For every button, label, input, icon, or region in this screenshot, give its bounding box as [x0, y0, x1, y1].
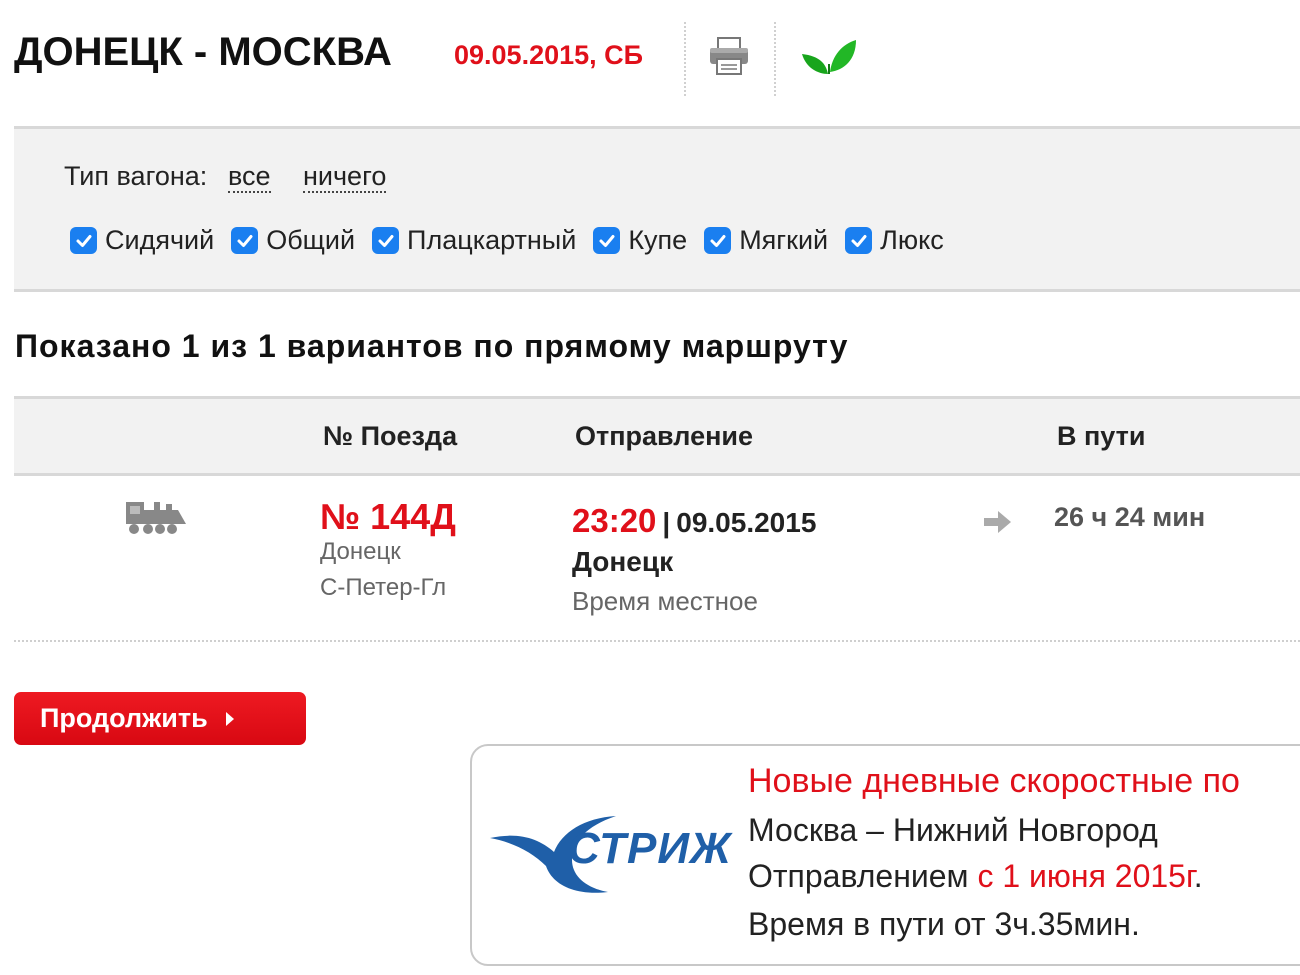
header-divider — [774, 22, 776, 96]
continue-label: Продолжить — [40, 703, 208, 733]
ad-start-suffix: . — [1193, 858, 1203, 894]
train-number[interactable]: № 144Д — [320, 496, 456, 538]
checkbox-label: Общий — [266, 225, 356, 255]
train-destination: С-Петер-Гл — [320, 574, 447, 601]
ad-route: Москва – Нижний Новгород — [748, 812, 1158, 848]
checkbox-checked-icon[interactable] — [845, 227, 873, 254]
results-table-header: № Поезда Отправление В пути — [14, 396, 1300, 476]
checkbox-checked-icon[interactable] — [70, 227, 97, 254]
arrow-right-icon — [982, 508, 1014, 536]
locomotive-icon — [124, 498, 188, 538]
ad-start-date-highlight: с 1 июня 2015г — [977, 858, 1194, 894]
checkbox-label: Плацкартный — [407, 225, 577, 255]
checkbox-common[interactable]: Общий — [231, 225, 355, 256]
leaf-icon[interactable] — [798, 34, 860, 78]
checkbox-soft[interactable]: Мягкий — [704, 225, 828, 256]
ad-travel-time: Время в пути от 3ч.35мин. — [748, 906, 1140, 942]
print-icon[interactable] — [706, 36, 752, 76]
train-origin: Донецк — [320, 538, 401, 565]
wagon-type-label: Тип вагона: — [64, 161, 208, 191]
checkbox-platzkart[interactable]: Плацкартный — [372, 225, 576, 256]
wagon-filter-panel: Тип вагона: все ничего Сидячий Общий Пла… — [14, 126, 1300, 292]
departure-date: 09.05.2015 — [676, 507, 817, 538]
checkbox-label: Сидячий — [105, 225, 215, 255]
table-row[interactable]: № 144Д Донецк С-Петер-Гл 23:20 | 09.05.201… — [14, 478, 1300, 642]
checkbox-label: Купе — [628, 225, 688, 255]
chevron-right-icon — [225, 711, 234, 726]
ad-start-prefix: Отправлением — [748, 858, 978, 894]
ad-start-date: Отправлением с 1 июня 2015г. — [748, 858, 1203, 895]
ad-banner[interactable]: СТРИЖ Новые дневные скоростные по Москва… — [470, 744, 1300, 966]
column-header-departure: Отправление — [575, 421, 754, 451]
checkbox-checked-icon[interactable] — [704, 227, 732, 254]
checkbox-checked-icon[interactable] — [231, 227, 259, 254]
continue-button[interactable]: Продолжить — [14, 692, 306, 745]
local-time-note: Время местное — [572, 586, 758, 616]
ad-headline: Новые дневные скоростные по — [748, 762, 1240, 800]
select-all-link[interactable]: все — [228, 161, 271, 193]
departure-separator: | — [662, 507, 671, 538]
strizh-logo: СТРИЖ — [488, 812, 731, 898]
travel-time: 26 ч 24 мин — [1054, 502, 1206, 532]
select-none-link[interactable]: ничего — [303, 161, 387, 193]
column-header-travel-time: В пути — [1057, 421, 1146, 451]
checkbox-lux[interactable]: Люкс — [845, 225, 944, 256]
results-heading: Показано 1 из 1 вариантов по прямому мар… — [15, 328, 849, 364]
checkbox-seated[interactable]: Сидячий — [70, 225, 214, 256]
column-header-train: № Поезда — [323, 421, 458, 451]
strizh-logo-text: СТРИЖ — [568, 824, 732, 873]
departure-time: 23:20 — [572, 502, 657, 539]
checkbox-coupe[interactable]: Купе — [593, 225, 687, 256]
checkbox-checked-icon[interactable] — [372, 227, 400, 254]
checkbox-label: Люкс — [880, 225, 944, 255]
wagon-type-checkboxes: Сидячий Общий Плацкартный Купе Мягкий Лю… — [70, 225, 961, 256]
departure-station: Донецк — [572, 546, 674, 577]
checkbox-label: Мягкий — [739, 225, 829, 255]
route-title: ДОНЕЦК - МОСКВА — [14, 30, 392, 74]
route-date: 09.05.2015, СБ — [454, 40, 644, 70]
checkbox-checked-icon[interactable] — [593, 227, 621, 254]
header-divider — [684, 22, 686, 96]
departure-datetime: 23:20 | 09.05.2015 — [572, 502, 816, 540]
